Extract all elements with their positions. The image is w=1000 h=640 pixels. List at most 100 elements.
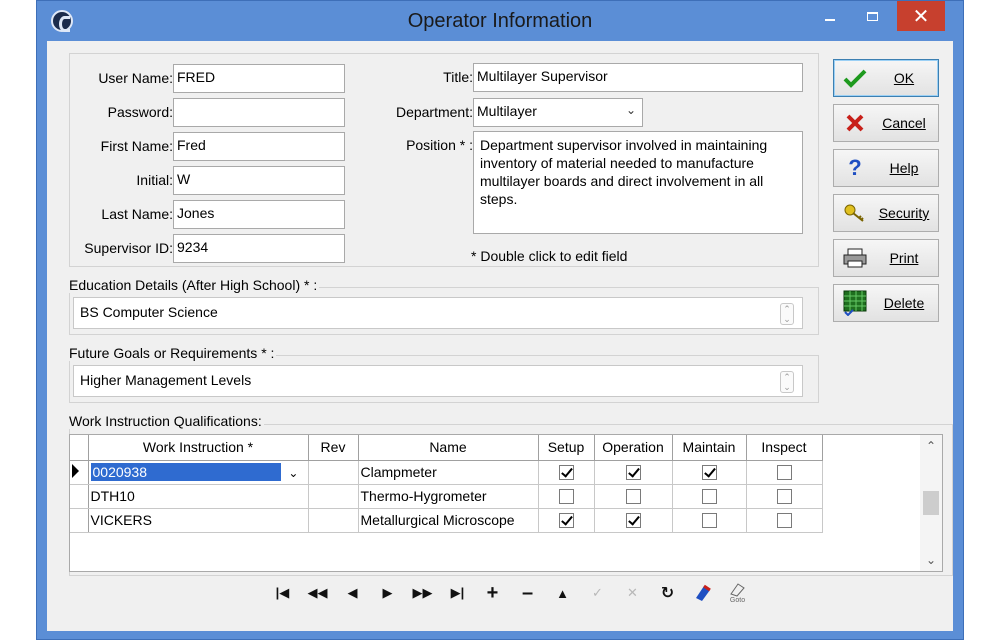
close-icon: ✕ [912,5,930,28]
name-cell[interactable]: Metallurgical Microscope [358,508,539,533]
maximize-button[interactable] [855,1,889,31]
maintain-checkbox[interactable] [701,489,717,505]
goals-field[interactable]: Higher Management Levels ⌃ ⌄ [73,365,803,397]
setup-checkbox[interactable] [558,513,574,529]
goals-value: Higher Management Levels [80,372,252,388]
inspect-checkbox[interactable] [776,465,792,481]
scroll-thumb[interactable] [923,491,939,515]
position-textarea[interactable]: Department supervisor involved in mainta… [473,131,803,234]
cancel-edit-icon[interactable]: ✕ [615,580,650,606]
education-field[interactable]: BS Computer Science ⌃ ⌄ [73,297,803,329]
user-name-field[interactable]: FRED [173,64,345,93]
operation-checkbox[interactable] [625,513,641,529]
checkmark-icon [840,68,870,88]
prior-page-icon[interactable]: ◀◀ [300,580,335,606]
help-label: Help [889,160,919,176]
help-button[interactable]: ? Help [833,149,939,187]
qualifications-label: Work Instruction Qualifications: [67,413,264,429]
password-label: Password: [107,104,173,120]
department-label: Department: [395,104,473,120]
next-page-icon[interactable]: ▶▶ [405,580,440,606]
row-indicator-header [70,435,89,461]
col-rev[interactable]: Rev [308,435,359,461]
work-instruction-cell[interactable]: VICKERS [88,508,309,533]
col-maintain[interactable]: Maintain [672,435,747,461]
qualifications-grid: Work Instruction * Rev Name Setup Operat… [69,434,943,572]
col-setup[interactable]: Setup [538,435,595,461]
goals-label: Future Goals or Requirements * : [67,345,277,361]
supervisor-id-field[interactable]: 9234 [173,234,345,263]
scroll-down-icon[interactable]: ⌄ [920,553,942,567]
minimize-icon [825,19,835,21]
first-record-icon[interactable]: |◀ [265,580,300,606]
setup-checkbox[interactable] [558,489,574,505]
work-instruction-select[interactable]: 0020938 ⌄ [88,460,309,485]
edit-record-icon[interactable]: ▲ [545,580,580,606]
delete-button[interactable]: Delete [833,284,939,322]
insert-record-icon[interactable]: + [475,580,510,606]
printer-icon [840,248,870,268]
security-label: Security [878,205,930,221]
security-button[interactable]: Security [833,194,939,232]
record-navigator: |◀ ◀◀ ◀ ▶ ▶▶ ▶| + – ▲ ✓ ✕ ↻ Goto [265,579,755,607]
goto-bookmark-icon[interactable]: Goto [720,580,755,606]
post-edit-icon[interactable]: ✓ [580,580,615,606]
rev-cell[interactable] [308,484,359,509]
delete-record-icon[interactable]: – [510,580,545,606]
maintain-checkbox[interactable] [701,513,717,529]
supervisor-id-label: Supervisor ID: [84,240,173,256]
operation-checkbox[interactable] [625,489,641,505]
chevron-down-icon[interactable]: ⌄ [288,466,298,480]
close-button[interactable]: ✕ [897,1,945,31]
minimize-button[interactable] [813,1,847,31]
work-instruction-cell[interactable]: DTH10 [88,484,309,509]
work-instruction-value: 0020938 [90,463,281,481]
col-inspect[interactable]: Inspect [746,435,823,461]
grid-vertical-scrollbar[interactable]: ⌃ ⌄ [920,435,942,571]
user-name-label: User Name: [98,70,173,86]
rev-cell[interactable] [308,508,359,533]
first-name-field[interactable]: Fred [173,132,345,161]
edit-field-note: * Double click to edit field [471,248,628,264]
department-select[interactable]: Multilayer ⌄ [473,98,643,127]
maximize-icon [866,11,878,21]
education-spin-icon[interactable]: ⌃ ⌄ [780,303,794,325]
question-mark-icon: ? [848,155,862,180]
last-name-field[interactable]: Jones [173,200,345,229]
table-row[interactable]: 0020938 ⌄ Clampmeter [70,460,823,485]
operator-information-window: Operator Information ✕ User Name: FRED P… [36,0,964,640]
education-label: Education Details (After High School) * … [67,277,320,293]
name-cell[interactable]: Clampmeter [358,460,539,485]
last-record-icon[interactable]: ▶| [440,580,475,606]
rev-cell[interactable] [308,460,359,485]
table-row[interactable]: DTH10 Thermo-Hygrometer [70,484,823,509]
prior-record-icon[interactable]: ◀ [335,580,370,606]
operation-checkbox[interactable] [625,465,641,481]
cancel-button[interactable]: Cancel [833,104,939,142]
table-row[interactable]: VICKERS Metallurgical Microscope [70,508,823,533]
delete-grid-icon [840,290,870,316]
col-operation[interactable]: Operation [594,435,673,461]
inspect-checkbox[interactable] [776,489,792,505]
col-name[interactable]: Name [358,435,539,461]
department-value: Multilayer [477,103,537,119]
qualifications-table: Work Instruction * Rev Name Setup Operat… [70,435,823,533]
password-field[interactable] [173,98,345,127]
col-work-instruction[interactable]: Work Instruction * [88,435,309,461]
print-button[interactable]: Print [833,239,939,277]
ok-button[interactable]: OK [833,59,939,97]
title-bar[interactable]: Operator Information ✕ [37,1,963,41]
inspect-checkbox[interactable] [776,513,792,529]
name-cell[interactable]: Thermo-Hygrometer [358,484,539,509]
title-field[interactable]: Multilayer Supervisor [473,63,803,92]
initial-field[interactable]: W [173,166,345,195]
goals-spin-icon[interactable]: ⌃ ⌄ [780,371,794,393]
refresh-icon[interactable]: ↻ [650,580,685,606]
setup-checkbox[interactable] [558,465,574,481]
bookmark-icon[interactable] [685,580,720,606]
first-name-label: First Name: [100,138,173,154]
chevron-down-icon[interactable]: ⌄ [626,103,636,117]
scroll-up-icon[interactable]: ⌃ [920,439,942,453]
next-record-icon[interactable]: ▶ [370,580,405,606]
maintain-checkbox[interactable] [701,465,717,481]
